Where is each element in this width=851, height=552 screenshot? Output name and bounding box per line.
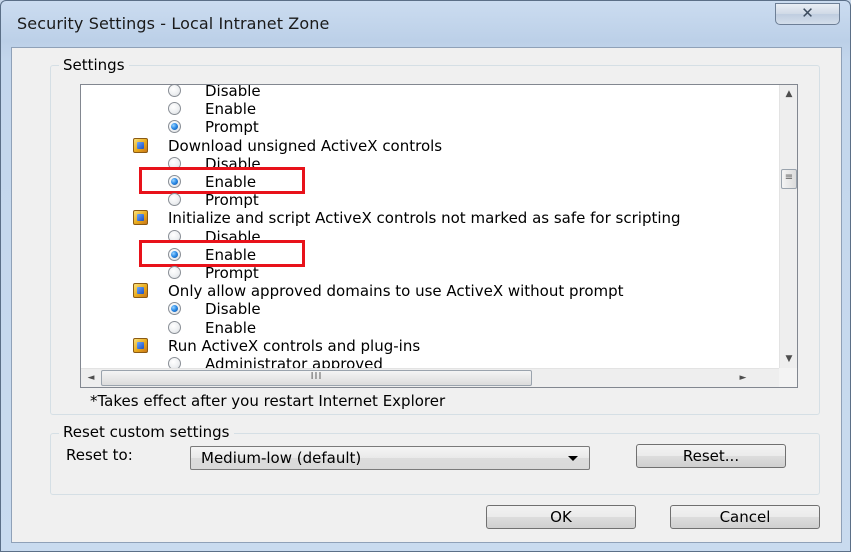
radio-button-selected[interactable] xyxy=(168,302,181,315)
setting-option-label: Prompt xyxy=(205,118,259,136)
radio-button[interactable] xyxy=(168,266,181,279)
selected-level: Medium-low (default) xyxy=(201,449,362,467)
horizontal-scroll-thumb[interactable]: III xyxy=(101,370,532,386)
vertical-scrollbar[interactable]: ▲ ≡ ▼ xyxy=(779,85,797,368)
setting-category-label: Run ActiveX controls and plug-ins xyxy=(168,337,421,355)
radio-button-selected[interactable] xyxy=(168,248,181,261)
setting-category-label: Only allow approved domains to use Activ… xyxy=(168,282,624,300)
setting-category-label: Download unsigned ActiveX controls xyxy=(168,137,443,155)
reset-group-label: Reset custom settings xyxy=(59,423,234,441)
settings-group-label: Settings xyxy=(59,56,129,74)
setting-option-label: Enable xyxy=(205,246,257,264)
radio-button[interactable] xyxy=(168,102,181,115)
dialog-client-area: Settings Disable Enable Prompt Download uns… xyxy=(11,47,842,543)
close-button[interactable]: ✕ xyxy=(775,3,840,25)
title-bar[interactable]: Security Settings - Local Intranet Zone … xyxy=(1,1,850,45)
settings-tree: Disable Enable Prompt Download unsigned Act… xyxy=(81,85,779,368)
setting-option-label: Enable xyxy=(205,173,257,191)
activex-setting-icon xyxy=(133,210,148,225)
reset-to-label: Reset to: xyxy=(66,446,133,464)
activex-setting-icon xyxy=(133,283,148,298)
security-settings-dialog: Security Settings - Local Intranet Zone … xyxy=(0,0,851,552)
scroll-down-arrow-icon[interactable]: ▼ xyxy=(781,351,797,367)
radio-button[interactable] xyxy=(168,321,181,334)
activex-setting-icon xyxy=(133,138,148,153)
settings-listbox[interactable]: Disable Enable Prompt Download unsigned Act… xyxy=(80,84,798,388)
restart-note: *Takes effect after you restart Internet… xyxy=(90,392,446,410)
radio-button[interactable] xyxy=(168,193,181,206)
scroll-left-arrow-icon[interactable]: ◄ xyxy=(83,370,99,386)
setting-option-label: Disable xyxy=(205,300,261,318)
radio-button[interactable] xyxy=(168,85,181,97)
setting-option-label: Disable xyxy=(205,85,261,100)
reset-level-dropdown[interactable]: Medium-low (default) xyxy=(190,446,590,470)
setting-option-label: Enable xyxy=(205,319,257,337)
setting-option-label: Prompt xyxy=(205,264,259,282)
reset-button[interactable]: Reset... xyxy=(636,444,786,468)
horizontal-scrollbar[interactable]: ◄ III ► xyxy=(81,368,779,387)
cancel-button[interactable]: Cancel xyxy=(670,505,820,529)
setting-option-label: Prompt xyxy=(205,191,259,209)
scroll-up-arrow-icon[interactable]: ▲ xyxy=(781,86,797,102)
close-icon: ✕ xyxy=(801,4,814,22)
window-title: Security Settings - Local Intranet Zone xyxy=(17,14,330,33)
thumb-grip-icon: III xyxy=(310,371,323,382)
thumb-grip-icon: ≡ xyxy=(784,172,794,183)
scroll-right-arrow-icon[interactable]: ► xyxy=(735,370,751,386)
vertical-scroll-thumb[interactable]: ≡ xyxy=(781,169,797,189)
ok-button[interactable]: OK xyxy=(486,505,636,529)
chevron-down-icon xyxy=(568,456,578,461)
radio-button[interactable] xyxy=(168,357,181,368)
radio-button-selected[interactable] xyxy=(168,120,181,133)
scroll-corner xyxy=(779,368,797,387)
activex-setting-icon xyxy=(133,338,148,353)
setting-option-label: Administrator approved xyxy=(205,355,383,368)
setting-category-label: Initialize and script ActiveX controls n… xyxy=(168,209,681,227)
radio-button-selected[interactable] xyxy=(168,175,181,188)
setting-option-label: Enable xyxy=(205,100,257,118)
